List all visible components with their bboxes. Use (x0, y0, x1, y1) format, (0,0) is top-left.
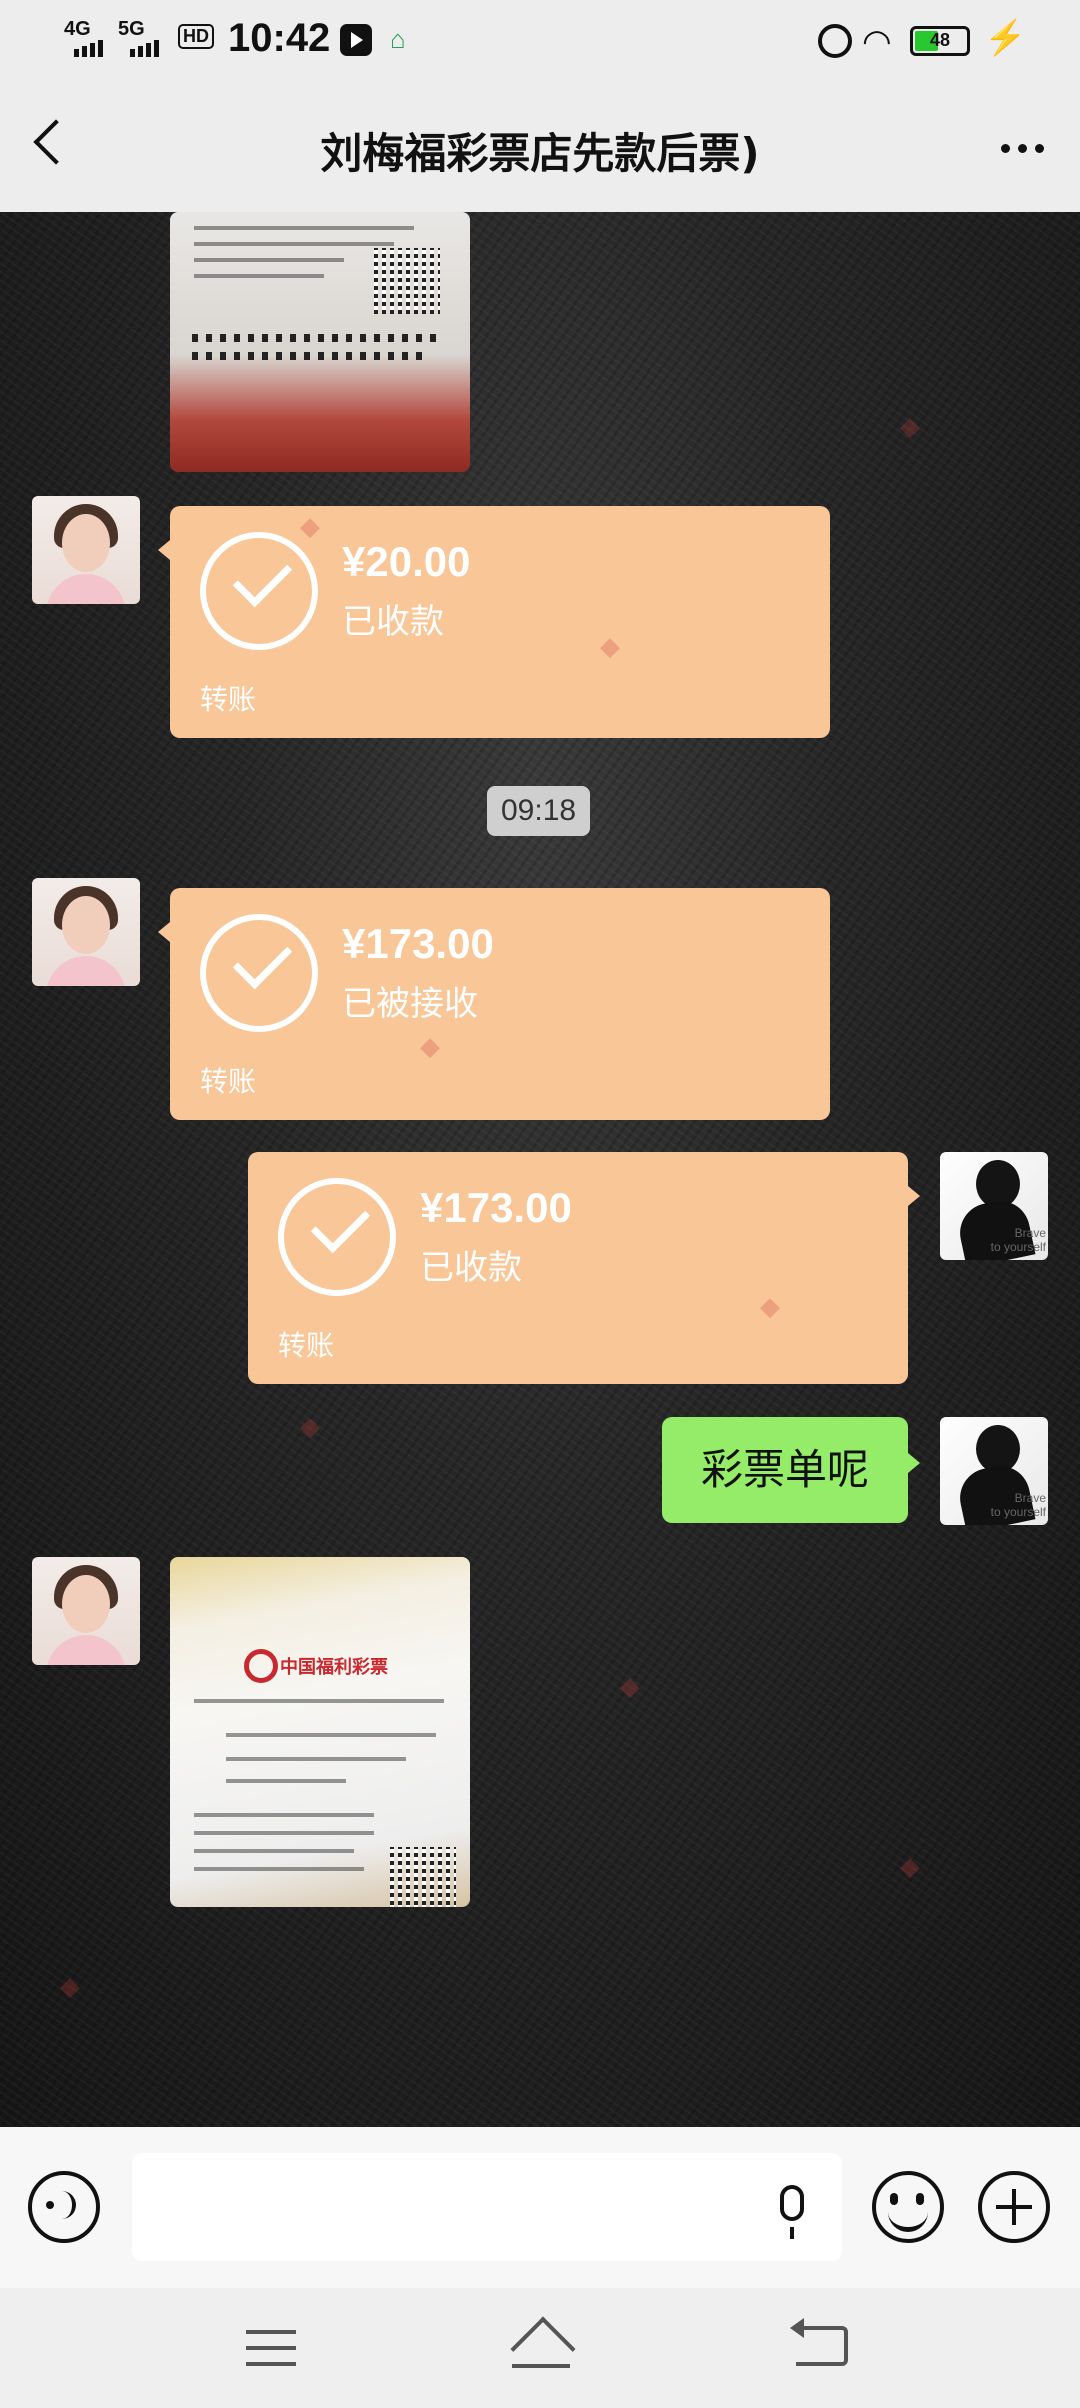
signal-icon-2 (130, 40, 159, 57)
transfer-message[interactable]: ¥20.00 已收款 转账 (158, 506, 830, 738)
transfer-status: 已收款 (420, 1248, 522, 1288)
transfer-amount: ¥173.00 (420, 1184, 572, 1231)
transfer-label: 转账 (200, 683, 257, 716)
home-icon[interactable] (508, 2324, 574, 2370)
wifi-icon: ◠ (862, 23, 892, 61)
self-avatar[interactable]: Brave to yourself (940, 1417, 1048, 1525)
contact-avatar[interactable] (32, 1557, 140, 1665)
battery-icon: 48 (910, 26, 970, 56)
transfer-message[interactable]: ¥173.00 已收款 转账 (248, 1152, 920, 1384)
chat-header: 刘梅福彩票店先款后票) (0, 80, 1080, 212)
ticket-photo-2[interactable]: 中国福利彩票 (170, 1557, 470, 1907)
transfer-label: 转账 (200, 1065, 257, 1098)
clock: 10:42 (228, 16, 331, 60)
ticket-brand: 中国福利彩票 (280, 1657, 388, 1678)
check-circle-icon (278, 1178, 396, 1296)
emoji-icon[interactable] (872, 2171, 944, 2243)
contact-avatar[interactable] (32, 496, 140, 604)
avatar-caption: Brave to yourself (990, 1491, 1046, 1519)
text-message[interactable]: 彩票单呢 (662, 1417, 920, 1523)
self-avatar[interactable]: Brave to yourself (940, 1152, 1048, 1260)
back-nav-icon[interactable] (790, 2318, 848, 2366)
more-icon[interactable] (1001, 144, 1044, 153)
transfer-message[interactable]: ¥173.00 已被接收 转账 (158, 888, 830, 1120)
menu-icon[interactable] (246, 2330, 296, 2366)
alarm-icon (818, 24, 852, 58)
microphone-icon[interactable] (780, 2185, 804, 2239)
chat-area[interactable]: ¥20.00 已收款 转账 09:18 ¥173.00 已被接收 转账 ¥173… (0, 212, 1080, 2127)
input-bar (0, 2127, 1080, 2288)
avatar-caption: Brave to yourself (990, 1226, 1046, 1254)
ticket-photo-1[interactable] (170, 212, 470, 472)
transfer-label: 转账 (278, 1329, 335, 1362)
charging-icon: ⚡ (984, 19, 1027, 57)
transfer-amount: ¥173.00 (342, 920, 494, 967)
back-icon[interactable] (33, 119, 79, 165)
plus-icon[interactable] (978, 2171, 1050, 2243)
network-5g-indicator: 5G (118, 18, 145, 40)
home-app-icon: ⌂ (390, 24, 406, 54)
lottery-logo-icon (244, 1649, 278, 1683)
transfer-status: 已收款 (342, 602, 444, 642)
media-play-icon (340, 24, 372, 56)
message-input[interactable] (132, 2153, 842, 2261)
network-4g-indicator: 4G (64, 18, 91, 40)
signal-icon (74, 40, 103, 57)
check-circle-icon (200, 914, 318, 1032)
transfer-amount: ¥20.00 (342, 538, 471, 585)
hd-indicator: HD (178, 24, 214, 49)
contact-avatar[interactable] (32, 878, 140, 986)
transfer-status: 已被接收 (342, 984, 478, 1024)
chat-title: 刘梅福彩票店先款后票) (320, 129, 760, 178)
voice-toggle-icon[interactable] (28, 2171, 100, 2243)
system-nav-bar (0, 2288, 1080, 2408)
message-timestamp: 09:18 (487, 786, 591, 836)
battery-level: 48 (929, 30, 951, 50)
check-circle-icon (200, 532, 318, 650)
status-bar: 4G 5G HD 10:42 ⌂ ◠ 48 ⚡ (0, 0, 1080, 80)
